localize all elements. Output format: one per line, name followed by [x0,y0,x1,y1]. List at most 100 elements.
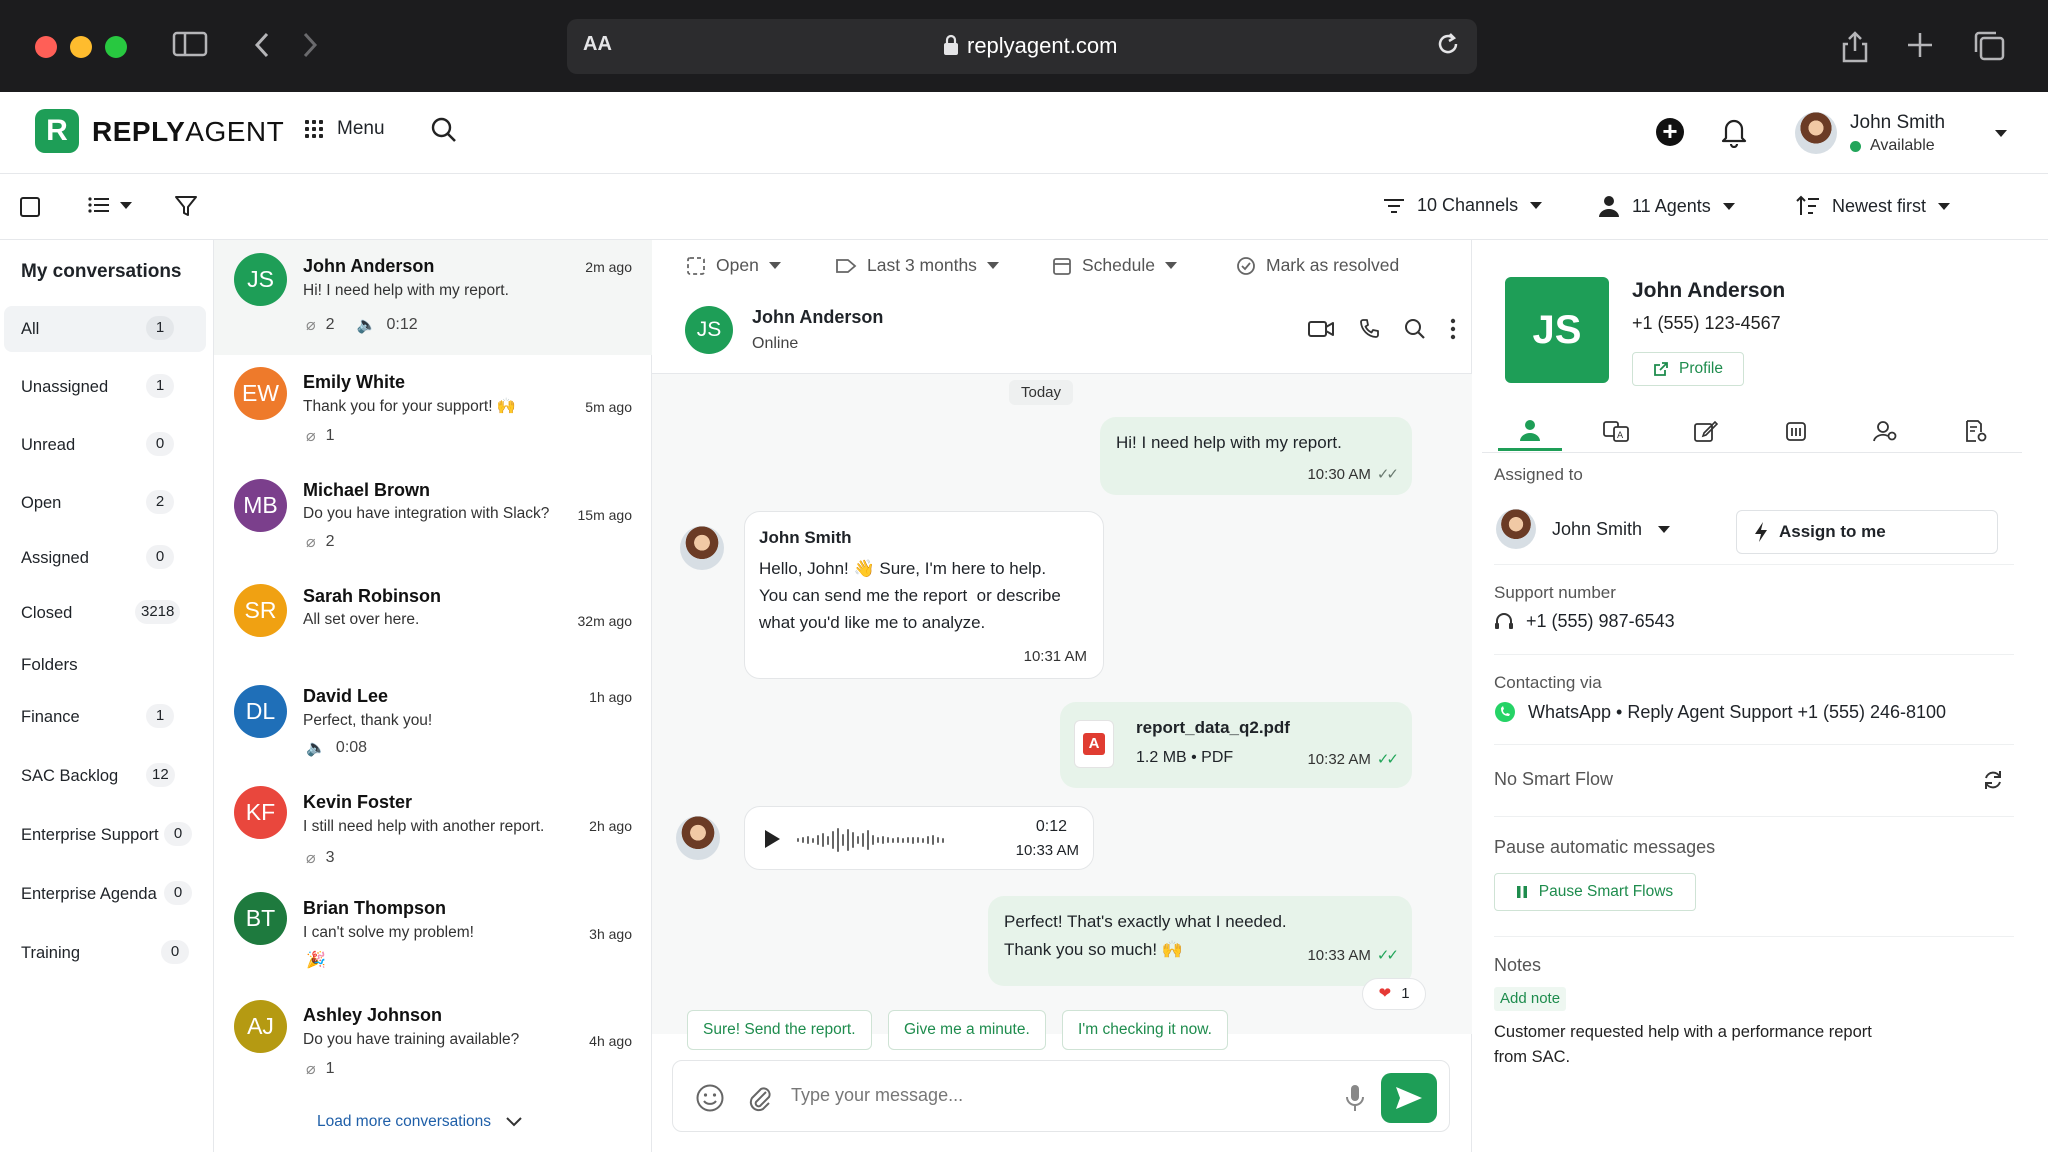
profile-button[interactable]: Profile [1632,352,1744,386]
audio-message: 0:12 10:33 AM [744,806,1094,870]
paperclip-icon[interactable] [747,1083,773,1113]
person-icon [1599,196,1619,217]
phone-call-icon[interactable] [1358,318,1380,340]
add-note-button[interactable]: Add note [1494,987,1567,1011]
new-tab-icon[interactable] [1905,30,1935,60]
forward-arrow-icon[interactable] [300,30,320,60]
reload-icon[interactable] [1435,30,1461,58]
zoom-window-button[interactable] [105,36,127,58]
refresh-icon[interactable] [1982,769,2004,791]
close-window-button[interactable] [35,36,57,58]
waveform-bar [927,836,929,844]
tab-tasks[interactable] [1944,411,2008,451]
contact-avatar: MB [234,479,287,532]
paperclip-icon: ⌀ [306,428,316,445]
conversation-item[interactable]: KF Kevin Foster I still need help with a… [214,775,652,880]
tab-edit-notes[interactable] [1674,411,1738,451]
waveform-bar [807,836,809,844]
sidebar-item-unread[interactable]: Unread 0 [4,422,206,468]
sidebar-item-open[interactable]: Open 2 [4,480,206,526]
conversation-item[interactable]: DL David Lee Perfect, thank you! 1h ago … [214,670,652,775]
search-messages-icon[interactable] [1404,318,1426,340]
pause-smart-flows-button[interactable]: Pause Smart Flows [1494,873,1696,911]
contact-avatar: JS [1505,277,1609,383]
menu-label: Menu [337,118,385,139]
quick-reply-button[interactable]: Sure! Send the report. [687,1010,872,1050]
count-badge: 1 [146,374,174,398]
tab-calendar[interactable] [1764,411,1828,451]
folder-item-finance[interactable]: Finance 1 [4,694,206,740]
tab-user-settings[interactable] [1854,411,1918,451]
message-preview: I can't solve my problem! [303,924,474,941]
more-options-icon[interactable] [1450,318,1456,340]
folder-item-enterprise-agenda[interactable]: Enterprise Agenda 0 [4,871,206,917]
add-new-button[interactable]: + [1656,118,1684,146]
sidebar-toggle-icon[interactable] [172,30,208,58]
message-time: 10:33 AM [1015,842,1079,859]
conversation-item[interactable]: EW Emily White Thank you for your suppor… [214,355,652,465]
schedule-dropdown[interactable]: Schedule [1052,255,1177,276]
user-avatar [1795,112,1837,154]
waveform-bar [802,837,804,843]
reaction-badge[interactable]: ❤ 1 [1362,978,1426,1010]
mark-resolved-button[interactable]: Mark as resolved [1236,255,1399,276]
conversation-item[interactable]: AJ Ashley Johnson Do you have training a… [214,985,652,1090]
sort-dropdown[interactable]: Newest first [1796,195,1951,217]
quick-reply-button[interactable]: I'm checking it now. [1062,1010,1228,1050]
tab-overview-icon[interactable] [1972,30,2006,62]
contact-avatar: EW [234,367,287,420]
user-menu[interactable]: John Smith Available [1795,110,2025,160]
message-input[interactable]: Type your message... [791,1085,963,1106]
search-icon[interactable] [430,116,458,144]
timestamp: 32m ago [577,613,632,629]
microphone-icon[interactable] [1345,1083,1365,1113]
sidebar-item-closed[interactable]: Closed 3218 [4,590,206,636]
assignee-dropdown[interactable]: John Smith [1496,507,1671,551]
mark-resolved-label: Mark as resolved [1266,255,1400,275]
contacting-via-value: WhatsApp • Reply Agent Support +1 (555) … [1528,701,1947,722]
date-range-dropdown[interactable]: Last 3 months [835,255,999,276]
file-message[interactable]: A report_data_q2.pdf 1.2 MB • PDF 10:32 … [1060,702,1412,788]
send-button[interactable] [1381,1073,1437,1123]
conversation-item[interactable]: MB Michael Brown Do you have integration… [214,465,652,570]
view-options-button[interactable] [88,196,132,214]
video-call-icon[interactable] [1308,319,1334,339]
address-bar[interactable]: AA replyagent.com [567,19,1477,74]
back-arrow-icon[interactable] [252,30,272,60]
assign-to-me-label: Assign to me [1779,522,1886,541]
conversation-item[interactable]: JS John Anderson Hi! I need help with my… [214,240,652,355]
logo-icon: R [35,109,79,153]
folder-item-training[interactable]: Training 0 [4,930,206,976]
reader-text-size-button[interactable]: AA [583,33,612,56]
play-icon[interactable] [763,829,781,849]
waveform-bar [822,833,824,847]
assign-to-me-button[interactable]: Assign to me [1736,510,1998,554]
sidebar-item-all[interactable]: All 1 [4,306,206,352]
quick-reply-button[interactable]: Give me a minute. [888,1010,1046,1050]
message-time-text: 10:33 AM [1307,947,1371,964]
audio-waveform[interactable] [797,825,944,855]
svg-text:A: A [1617,431,1624,441]
folder-item-enterprise-support[interactable]: Enterprise Support 0 [4,812,206,858]
sidebar-item-assigned[interactable]: Assigned 0 [4,535,206,581]
status-dropdown[interactable]: Open [686,255,781,276]
count-badge: 0 [146,545,174,569]
share-icon[interactable] [1840,30,1870,64]
select-all-checkbox[interactable] [20,197,40,217]
emoji-icon[interactable] [695,1083,725,1113]
tab-translation[interactable]: A [1584,411,1648,451]
tab-contact-info[interactable] [1498,411,1562,451]
load-more-button[interactable]: Load more conversations [317,1113,523,1131]
sidebar-item-unassigned[interactable]: Unassigned 1 [4,364,206,410]
minimize-window-button[interactable] [70,36,92,58]
folder-item-sac-backlog[interactable]: SAC Backlog 12 [4,753,206,799]
filter-icon[interactable] [174,194,198,218]
channels-dropdown[interactable]: 10 Channels [1383,195,1543,216]
notifications-bell-icon[interactable] [1720,116,1748,148]
conversation-item[interactable]: SR Sarah Robinson All set over here. 32m… [214,570,652,670]
agents-dropdown[interactable]: 11 Agents [1598,195,1735,217]
conversation-item[interactable]: BT Brian Thompson I can't solve my probl… [214,880,652,985]
support-number: +1 (555) 987-6543 [1526,611,1675,631]
file-meta: 1.2 MB • PDF [1136,749,1234,766]
menu-button[interactable]: Menu [305,118,385,140]
